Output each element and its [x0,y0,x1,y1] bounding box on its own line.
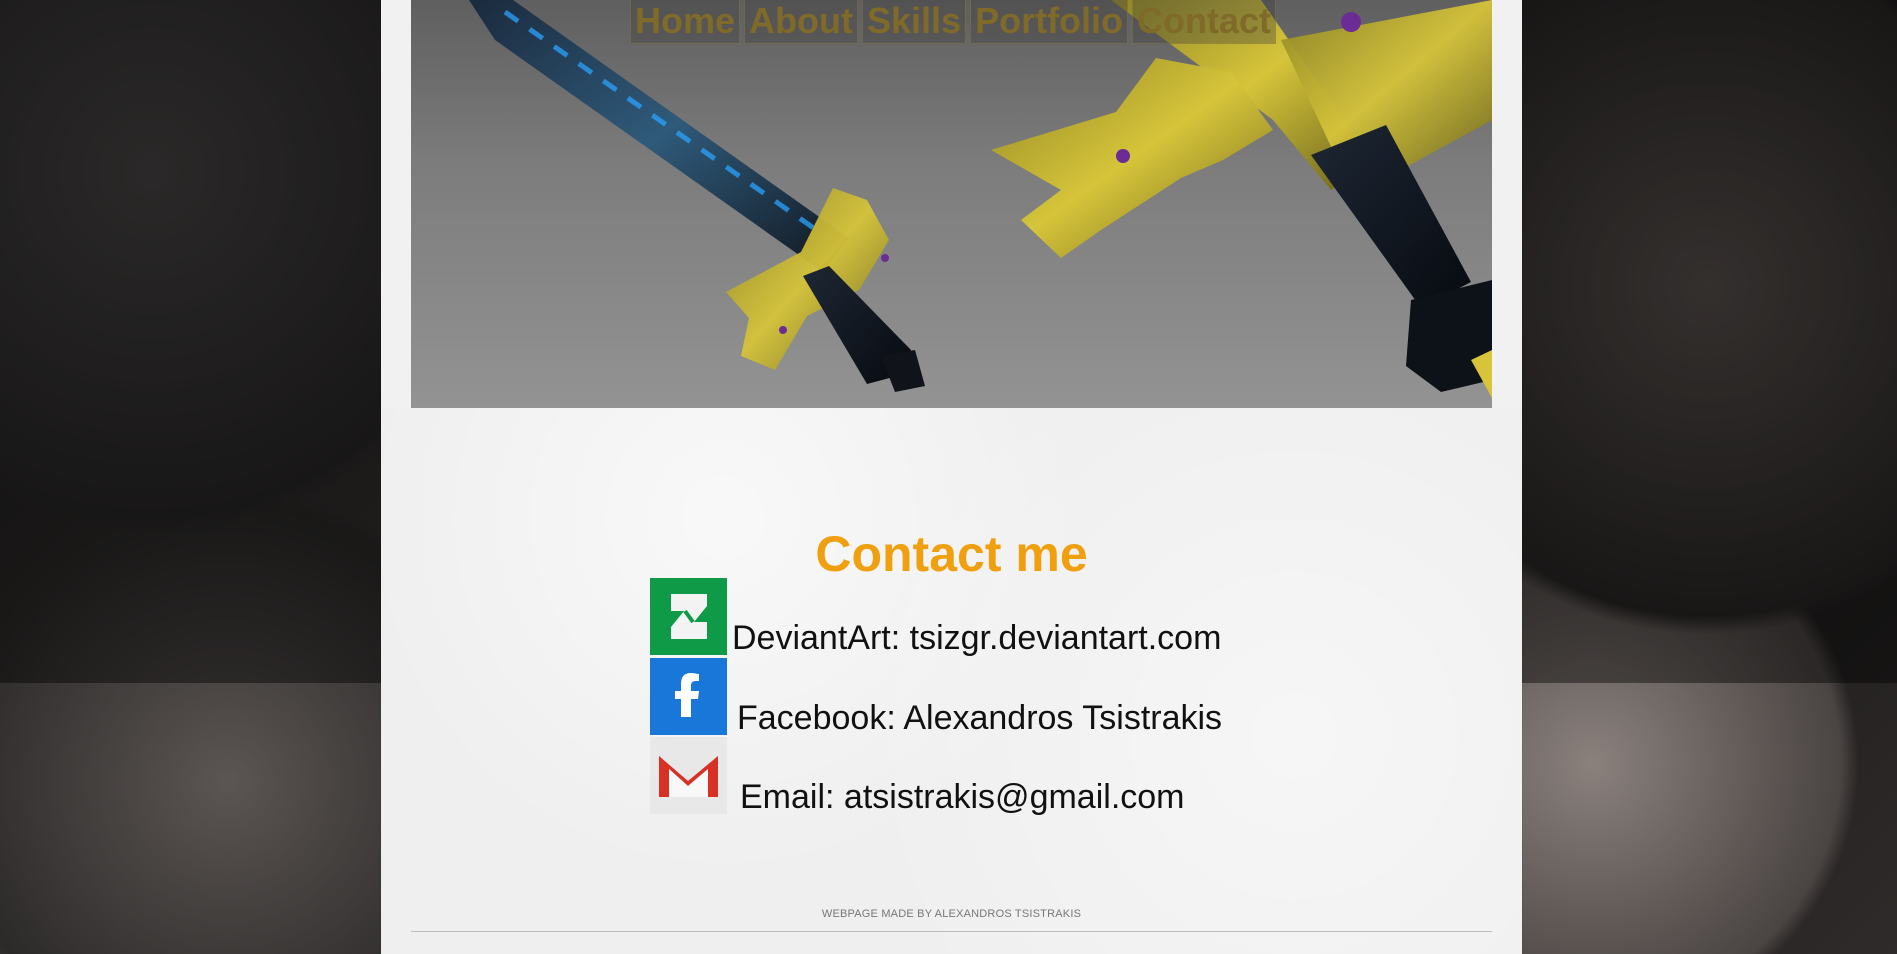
page-container: Home About Skills Portfolio Contact Cont… [381,0,1522,954]
contact-title: Contact me [815,525,1088,582]
deviantart-text[interactable]: DeviantArt: tsizgr.deviantart.com [732,621,1221,655]
email-link[interactable]: Email: atsistrakis@gmail.com [650,736,1185,814]
deviantart-icon[interactable] [650,578,727,655]
email-text[interactable]: Email: atsistrakis@gmail.com [740,780,1185,814]
nav-about[interactable]: About [744,0,858,44]
sword-illustration [469,0,1492,398]
footer-divider [411,931,1492,932]
nav-contact[interactable]: Contact [1132,0,1277,44]
facebook-icon[interactable] [650,658,727,735]
contact-section: Contact me DeviantArt: tsizgr.deviantart… [381,408,1522,954]
facebook-link[interactable]: Facebook: Alexandros Tsistrakis [650,657,1222,735]
nav-portfolio[interactable]: Portfolio [970,0,1129,44]
facebook-text[interactable]: Facebook: Alexandros Tsistrakis [737,701,1222,735]
gmail-icon[interactable] [650,737,727,814]
deviantart-link[interactable]: DeviantArt: tsizgr.deviantart.com [650,577,1221,655]
footer-credit: WEBPAGE MADE BY ALEXANDROS TSISTRAKIS [821,908,1082,920]
main-nav: Home About Skills Portfolio Contact [630,0,1277,44]
hero-banner [411,0,1492,408]
nav-skills[interactable]: Skills [862,0,967,44]
nav-home[interactable]: Home [630,0,741,44]
